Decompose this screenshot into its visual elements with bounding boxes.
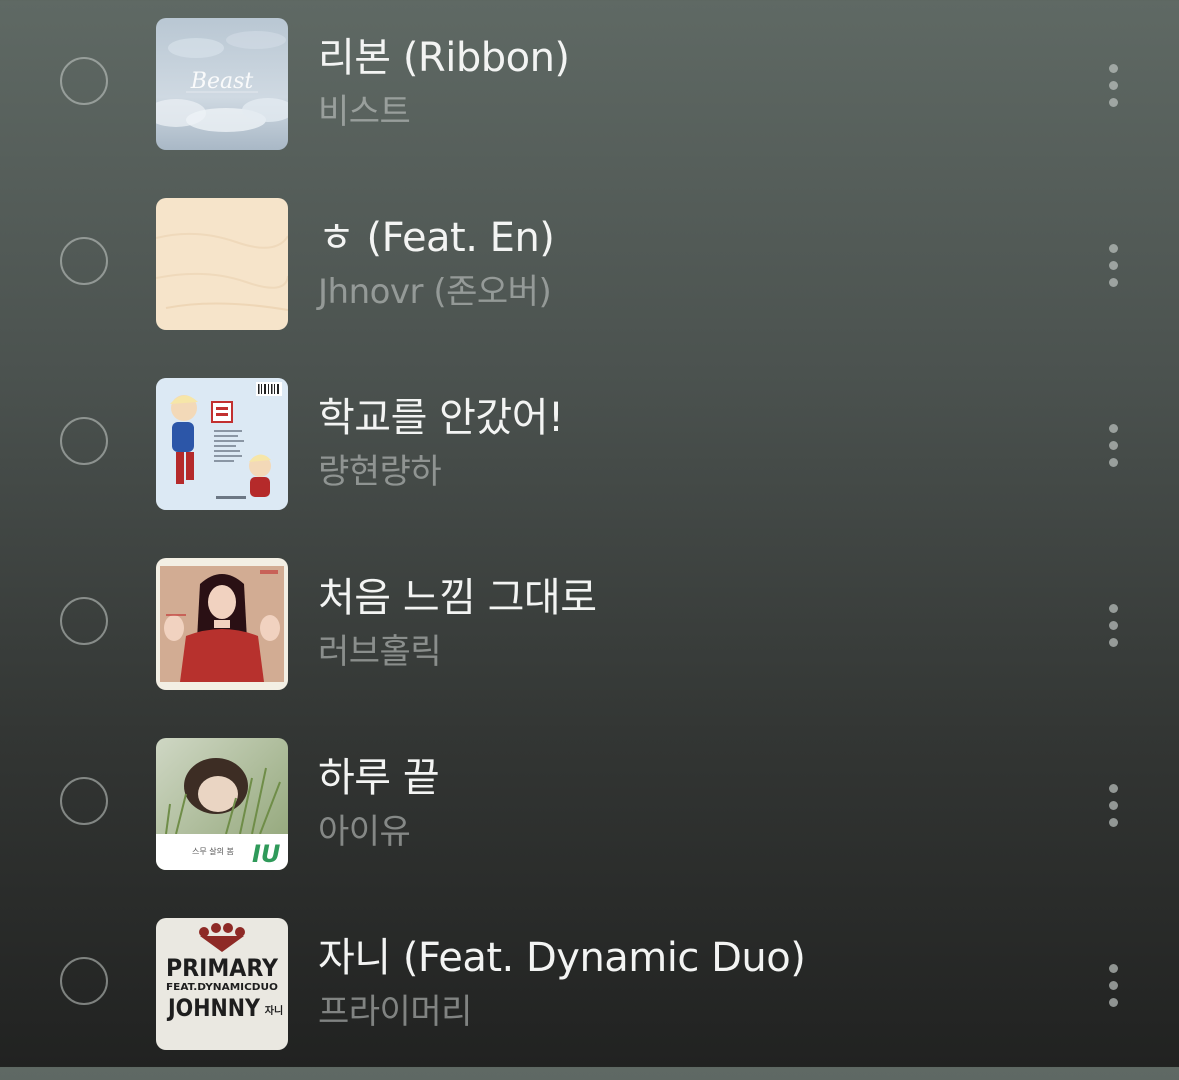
album-cover-artist-text: PRIMARY bbox=[166, 954, 278, 982]
album-cover-title-text: JOHNNY bbox=[166, 994, 260, 1022]
track-artist: 아이유 bbox=[318, 812, 411, 852]
album-cover-feat-text: FEAT.DYNAMICDUO bbox=[166, 982, 278, 993]
select-circle-icon[interactable] bbox=[60, 597, 108, 645]
track-title: 자니 (Feat. Dynamic Duo) bbox=[318, 935, 806, 981]
track-row[interactable]: 스무 살의 봄 IU 하루 끝 아이유 bbox=[0, 720, 1179, 900]
album-cover-korean-text: 자니 bbox=[265, 1004, 283, 1017]
track-row[interactable]: 처음 느낌 그대로 러브홀릭 bbox=[0, 540, 1179, 720]
album-cover-iu[interactable]: 스무 살의 봄 IU bbox=[156, 738, 288, 870]
track-artist: 러브홀릭 bbox=[318, 632, 442, 672]
track-title: 리본 (Ribbon) bbox=[318, 35, 570, 81]
more-options-icon[interactable] bbox=[1100, 420, 1128, 472]
track-artist: 비스트 bbox=[318, 92, 411, 132]
track-artist: 량현량하 bbox=[318, 452, 442, 492]
album-cover-text: Beast bbox=[190, 69, 254, 94]
track-row[interactable]: 학교를 안갔어! 량현량하 bbox=[0, 360, 1179, 540]
select-circle-icon[interactable] bbox=[60, 777, 108, 825]
track-artist: 프라이머리 bbox=[318, 992, 472, 1032]
select-circle-icon[interactable] bbox=[60, 57, 108, 105]
select-circle-icon[interactable] bbox=[60, 957, 108, 1005]
more-options-icon[interactable] bbox=[1100, 600, 1128, 652]
album-cover-primary[interactable]: PRIMARY FEAT.DYNAMICDUO JOHNNY 자니 bbox=[156, 918, 288, 1050]
track-title: ㅎ (Feat. En) bbox=[318, 215, 555, 261]
album-cover-red-girl[interactable] bbox=[156, 558, 288, 690]
select-circle-icon[interactable] bbox=[60, 417, 108, 465]
album-cover-logo: IU bbox=[252, 840, 280, 868]
track-artist: Jhnovr (존오버) bbox=[318, 272, 552, 312]
album-cover-beast[interactable]: Beast bbox=[156, 18, 288, 150]
select-circle-icon[interactable] bbox=[60, 237, 108, 285]
track-row[interactable]: Beast 리본 (Ribbon) 비스트 bbox=[0, 0, 1179, 180]
more-options-icon[interactable] bbox=[1100, 60, 1128, 112]
track-title: 처음 느낌 그대로 bbox=[318, 575, 597, 621]
more-options-icon[interactable] bbox=[1100, 240, 1128, 292]
album-cover-kids[interactable] bbox=[156, 378, 288, 510]
track-list: Beast 리본 (Ribbon) 비스트 ㅎ (Feat. En) Jhnov… bbox=[0, 0, 1179, 1067]
more-options-icon[interactable] bbox=[1100, 960, 1128, 1012]
more-options-icon[interactable] bbox=[1100, 780, 1128, 832]
track-title: 하루 끝 bbox=[318, 755, 440, 801]
track-row[interactable]: ㅎ (Feat. En) Jhnovr (존오버) bbox=[0, 180, 1179, 360]
album-cover-beige[interactable] bbox=[156, 198, 288, 330]
album-cover-subtext: 스무 살의 봄 bbox=[192, 846, 234, 856]
track-title: 학교를 안갔어! bbox=[318, 395, 564, 441]
track-row[interactable]: PRIMARY FEAT.DYNAMICDUO JOHNNY 자니 자니 (Fe… bbox=[0, 900, 1179, 1080]
